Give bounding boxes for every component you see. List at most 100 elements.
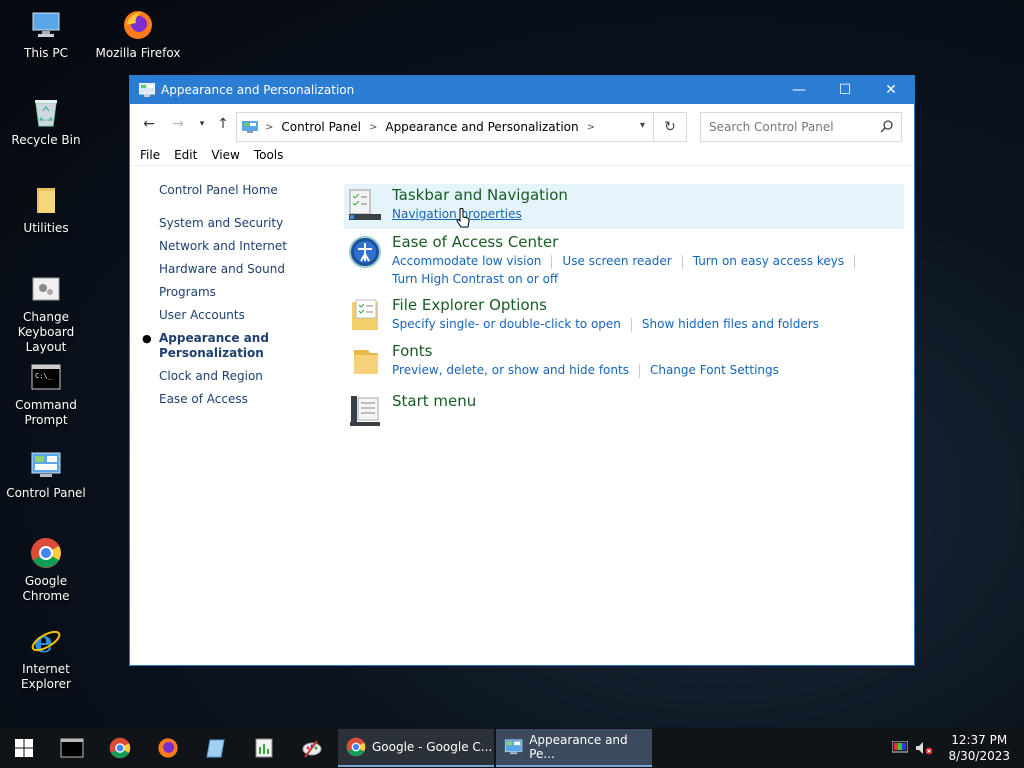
- task-label: Appearance and Pe...: [529, 733, 628, 761]
- hand-cursor-icon: [456, 208, 470, 228]
- desktop-icon-internet-explorer[interactable]: e Internet Explorer: [0, 624, 92, 692]
- link-separator: [638, 363, 640, 378]
- taskbar-pin-spreadsheet[interactable]: [240, 728, 288, 768]
- link-separator: [854, 254, 856, 269]
- refresh-icon: ↻: [664, 119, 676, 135]
- nav-control-panel-home[interactable]: Control Panel Home: [159, 183, 329, 198]
- taskbar-pin-firefox[interactable]: [144, 728, 192, 768]
- nav-appearance-and-personalization[interactable]: ● Appearance and Personalization: [142, 331, 269, 361]
- search-icon[interactable]: [880, 120, 893, 136]
- menu-bar: File Edit View Tools: [130, 144, 914, 166]
- ease-of-access-icon: [349, 236, 381, 268]
- desktop-icon-label: Control Panel: [6, 486, 86, 500]
- maximize-button[interactable]: ☐: [822, 76, 868, 104]
- link-show-hidden-files[interactable]: Show hidden files and folders: [642, 317, 819, 331]
- clock-time: 12:37 PM: [951, 733, 1008, 747]
- notepad-icon: [206, 739, 225, 758]
- taskbar-pin-paint[interactable]: [288, 728, 336, 768]
- menu-edit[interactable]: Edit: [174, 148, 197, 162]
- firefox-icon: [121, 8, 155, 42]
- folder-options-icon: [352, 299, 378, 330]
- start-menu-icon: [350, 396, 380, 426]
- nav-ease-of-access[interactable]: Ease of Access: [159, 392, 329, 407]
- search-box[interactable]: [700, 112, 902, 142]
- desktop-icon-utilities[interactable]: Utilities: [0, 183, 92, 236]
- breadcrumb-chevron-icon[interactable]: >: [369, 122, 377, 133]
- desktop-icon-control-panel[interactable]: Control Panel: [0, 448, 92, 501]
- nav-clock-and-region[interactable]: Clock and Region: [159, 369, 329, 384]
- category-title[interactable]: Start menu: [392, 390, 904, 411]
- system-clock[interactable]: 12:37 PM 8/30/2023: [948, 732, 1010, 764]
- category-title[interactable]: File Explorer Options: [392, 294, 904, 315]
- category-fonts[interactable]: Fonts Preview, delete, or show and hide …: [344, 340, 904, 390]
- desktop-icon-label: Utilities: [23, 221, 69, 235]
- left-navigation: Control Panel Home System and Security N…: [142, 183, 329, 415]
- nav-hardware-and-sound[interactable]: Hardware and Sound: [159, 262, 329, 277]
- recent-locations-chevron-icon[interactable]: ▾: [191, 114, 213, 134]
- link-accommodate-low-vision[interactable]: Accommodate low vision: [392, 254, 541, 268]
- paint-icon: [302, 740, 322, 758]
- taskbar-task-chrome[interactable]: Google - Google C...: [338, 729, 494, 767]
- forward-arrow-icon[interactable]: →: [167, 114, 189, 134]
- nav-user-accounts[interactable]: User Accounts: [159, 308, 329, 323]
- desktop-icon-google-chrome[interactable]: Google Chrome: [0, 536, 92, 604]
- desktop-icon-this-pc[interactable]: This PC: [0, 8, 92, 61]
- windows-logo-icon: [15, 739, 33, 757]
- breadcrumb-control-panel[interactable]: Control Panel: [281, 120, 361, 134]
- category-ease-of-access-center[interactable]: Ease of Access Center Accommodate low vi…: [344, 231, 904, 294]
- taskbar: Google - Google C... Appearance and Pe..…: [0, 728, 1024, 768]
- current-item-bullet-icon: ●: [142, 332, 152, 345]
- link-preview-delete-fonts[interactable]: Preview, delete, or show and hide fonts: [392, 363, 629, 377]
- nav-network-and-internet[interactable]: Network and Internet: [159, 239, 329, 254]
- taskbar-pin-notepad[interactable]: [192, 728, 240, 768]
- link-use-screen-reader[interactable]: Use screen reader: [562, 254, 671, 268]
- refresh-button[interactable]: ↻: [654, 112, 687, 142]
- link-turn-high-contrast[interactable]: Turn High Contrast on or off: [392, 272, 558, 286]
- breadcrumb-chevron-icon[interactable]: >: [587, 122, 595, 133]
- desktop-icon-recycle-bin[interactable]: Recycle Bin: [0, 95, 92, 148]
- category-start-menu[interactable]: Start menu: [344, 390, 904, 434]
- taskbar-pin-chrome[interactable]: [96, 728, 144, 768]
- link-turn-on-easy-access-keys[interactable]: Turn on easy access keys: [693, 254, 844, 268]
- desktop-icon-label: Google Chrome: [22, 574, 70, 603]
- category-title[interactable]: Taskbar and Navigation: [392, 184, 904, 205]
- color-settings-icon[interactable]: [888, 741, 912, 755]
- recycle-bin-icon: [29, 95, 63, 129]
- address-dropdown-chevron-icon[interactable]: ▾: [640, 120, 645, 131]
- desktop-icon-command-prompt[interactable]: C:\_ Command Prompt: [0, 360, 92, 428]
- menu-file[interactable]: File: [140, 148, 160, 162]
- desktop-icon-firefox[interactable]: Mozilla Firefox: [92, 8, 184, 61]
- window-titlebar[interactable]: Appearance and Personalization — ☐ ✕: [130, 76, 914, 104]
- link-change-font-settings[interactable]: Change Font Settings: [650, 363, 779, 377]
- breadcrumb-chevron-icon[interactable]: >: [265, 122, 273, 133]
- up-arrow-icon[interactable]: ↑: [212, 114, 234, 134]
- minimize-button[interactable]: —: [776, 76, 822, 104]
- volume-muted-icon[interactable]: [912, 741, 936, 755]
- category-title[interactable]: Fonts: [392, 340, 904, 361]
- desktop-icon-label: Internet Explorer: [21, 662, 71, 691]
- taskbar-icon: [349, 189, 381, 220]
- category-file-explorer-options[interactable]: File Explorer Options Specify single- or…: [344, 294, 904, 340]
- address-bar[interactable]: > Control Panel > Appearance and Persona…: [236, 112, 654, 142]
- nav-system-and-security[interactable]: System and Security: [159, 216, 329, 231]
- desktop-icon-change-keyboard-layout[interactable]: Change Keyboard Layout: [0, 272, 92, 355]
- nav-programs[interactable]: Programs: [159, 285, 329, 300]
- control-panel-icon: [504, 739, 523, 755]
- close-button[interactable]: ✕: [868, 76, 914, 104]
- taskbar-task-control-panel[interactable]: Appearance and Pe...: [496, 729, 652, 767]
- start-button[interactable]: [0, 728, 48, 768]
- computer-icon: [29, 8, 63, 42]
- taskbar-pin-command-prompt[interactable]: [48, 728, 96, 768]
- search-input[interactable]: [709, 120, 874, 134]
- nav-item-label: Appearance and Personalization: [159, 331, 269, 360]
- terminal-icon: C:\_: [29, 360, 63, 394]
- back-arrow-icon[interactable]: ←: [138, 114, 160, 134]
- internet-explorer-icon: e: [29, 624, 63, 658]
- category-title[interactable]: Ease of Access Center: [392, 231, 904, 252]
- link-single-or-double-click[interactable]: Specify single- or double-click to open: [392, 317, 621, 331]
- category-taskbar-and-navigation[interactable]: Taskbar and Navigation Navigation proper…: [344, 184, 904, 229]
- breadcrumb-appearance[interactable]: Appearance and Personalization: [385, 120, 578, 134]
- menu-tools[interactable]: Tools: [254, 148, 284, 162]
- menu-view[interactable]: View: [211, 148, 239, 162]
- category-list: Taskbar and Navigation Navigation proper…: [344, 184, 904, 434]
